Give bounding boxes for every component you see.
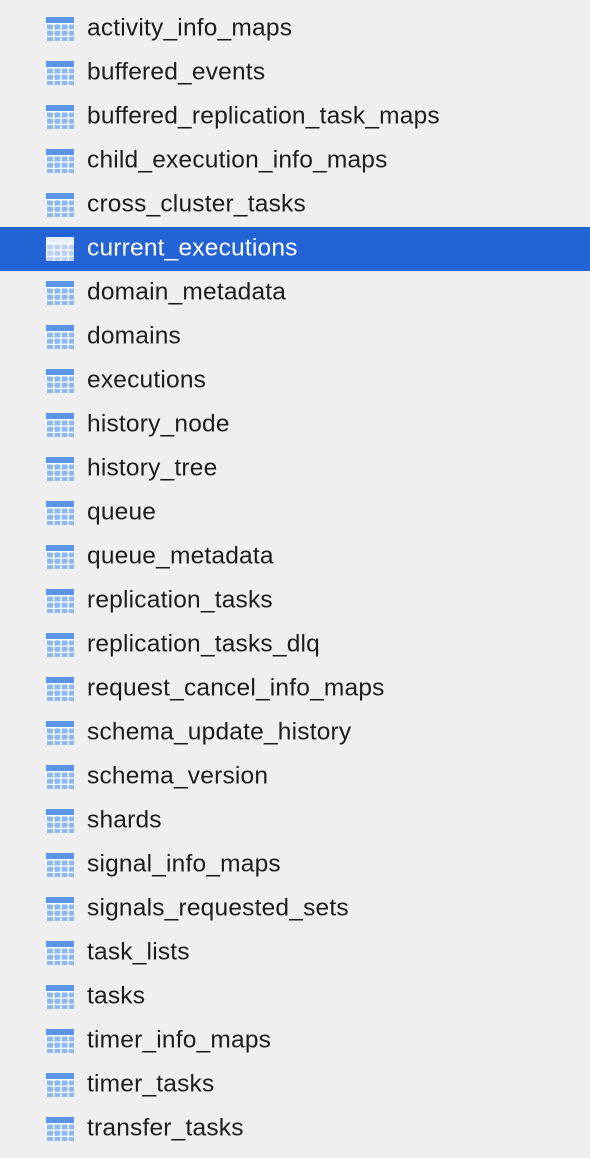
- table-row-history-tree[interactable]: history_tree: [0, 447, 590, 491]
- table-name: signals_requested_sets: [87, 894, 349, 922]
- table-grid-icon: [46, 17, 74, 41]
- table-grid-icon: [46, 809, 74, 833]
- table-row-queue[interactable]: queue: [0, 491, 590, 535]
- table-name: timer_info_maps: [87, 1026, 272, 1054]
- table-name: cross_cluster_tasks: [87, 190, 306, 218]
- table-grid-icon: [46, 633, 74, 657]
- table-grid-icon: [46, 985, 74, 1009]
- table-row-schema-version[interactable]: schema_version: [0, 755, 590, 799]
- table-name: domain_metadata: [87, 278, 287, 306]
- table-name: executions: [87, 366, 207, 394]
- table-row-domain-metadata[interactable]: domain_metadata: [0, 271, 590, 315]
- table-row-history-node[interactable]: history_node: [0, 403, 590, 447]
- table-row-signals-requested-sets[interactable]: signals_requested_sets: [0, 887, 590, 931]
- table-grid-icon: [46, 281, 74, 305]
- table-grid-icon: [46, 941, 74, 965]
- table-grid-icon: [46, 545, 74, 569]
- table-name: timer_tasks: [87, 1070, 215, 1098]
- table-grid-icon: [46, 1117, 74, 1141]
- table-grid-icon: [46, 193, 74, 217]
- table-row-shards[interactable]: shards: [0, 799, 590, 843]
- table-grid-icon: [46, 237, 74, 261]
- table-list: activity_info_maps buffered_eventsbuffere…: [0, 0, 590, 1158]
- table-row-current-executions[interactable]: current_executions: [0, 227, 590, 271]
- table-row-executions[interactable]: executions: [0, 359, 590, 403]
- table-grid-icon: [46, 105, 74, 129]
- table-grid-icon: [46, 897, 74, 921]
- table-name: queue_metadata: [87, 542, 274, 570]
- table-name: history_node: [87, 410, 230, 438]
- table-grid-icon: [46, 457, 74, 481]
- table-name: activity_info_maps: [87, 14, 293, 42]
- table-name: history_tree: [87, 454, 218, 482]
- table-row-replication-tasks-dlq[interactable]: replication_tasks_dlq: [0, 623, 590, 667]
- table-name: buffered_events: [87, 58, 266, 86]
- table-row-buffered-replication-task-maps[interactable]: buffered_replication_task_maps: [0, 95, 590, 139]
- table-name: schema_update_history: [87, 718, 352, 746]
- table-name: current_executions: [87, 234, 298, 262]
- table-row-activity-info-maps[interactable]: activity_info_maps: [0, 7, 590, 51]
- table-name: tasks: [87, 982, 146, 1010]
- table-name: buffered_replication_task_maps: [87, 102, 440, 130]
- table-row-domains[interactable]: domains: [0, 315, 590, 359]
- table-name: transfer_tasks: [87, 1114, 244, 1142]
- table-grid-icon: [46, 61, 74, 85]
- table-name: schema_version: [87, 762, 269, 790]
- table-row-tasks[interactable]: tasks: [0, 975, 590, 1019]
- table-name: queue: [87, 498, 157, 526]
- table-grid-icon: [46, 369, 74, 393]
- table-row-timer-tasks[interactable]: timer_tasks: [0, 1063, 590, 1107]
- table-name: child_execution_info_maps: [87, 146, 388, 174]
- table-row-request-cancel-info-maps[interactable]: request_cancel_info_maps: [0, 667, 590, 711]
- table-name: replication_tasks: [87, 586, 273, 614]
- table-row-buffered-events[interactable]: buffered_events: [0, 51, 590, 95]
- table-row-signal-info-maps[interactable]: signal_info_maps: [0, 843, 590, 887]
- table-name: replication_tasks_dlq: [87, 630, 321, 658]
- table-grid-icon: [46, 149, 74, 173]
- table-row-transfer-tasks[interactable]: transfer_tasks: [0, 1107, 590, 1151]
- table-grid-icon: [46, 589, 74, 613]
- table-grid-icon: [46, 501, 74, 525]
- table-name: domains: [87, 322, 182, 350]
- table-name: request_cancel_info_maps: [87, 674, 385, 702]
- table-grid-icon: [46, 677, 74, 701]
- table-name: signal_info_maps: [87, 850, 281, 878]
- table-grid-icon: [46, 413, 74, 437]
- table-row-schema-update-history[interactable]: schema_update_history: [0, 711, 590, 755]
- table-name: shards: [87, 806, 162, 834]
- table-grid-icon: [46, 1029, 74, 1053]
- table-row-child-execution-info-maps[interactable]: child_execution_info_maps: [0, 139, 590, 183]
- table-row-replication-tasks[interactable]: replication_tasks: [0, 579, 590, 623]
- table-grid-icon: [46, 853, 74, 877]
- table-grid-icon: [46, 1073, 74, 1097]
- table-grid-icon: [46, 325, 74, 349]
- table-name: task_lists: [87, 938, 190, 966]
- table-row-task-lists[interactable]: task_lists: [0, 931, 590, 975]
- table-grid-icon: [46, 765, 74, 789]
- table-row-cross-cluster-tasks[interactable]: cross_cluster_tasks: [0, 183, 590, 227]
- table-grid-icon: [46, 721, 74, 745]
- table-row-queue-metadata[interactable]: queue_metadata: [0, 535, 590, 579]
- table-row-timer-info-maps[interactable]: timer_info_maps: [0, 1019, 590, 1063]
